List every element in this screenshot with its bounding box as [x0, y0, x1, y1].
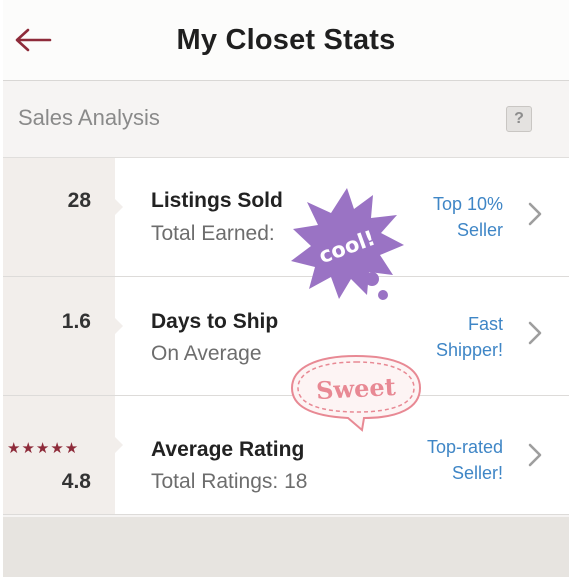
stat-value-cell: [3, 277, 115, 395]
stat-value: 4.8: [61, 470, 91, 493]
stat-row-listings-sold[interactable]: 28 Listings Sold Total Earned: Top 10% S…: [3, 158, 569, 277]
stat-label: Average Rating: [151, 438, 305, 461]
stat-sublabel: On Average: [151, 342, 262, 365]
badge-line: Top-rated: [426, 437, 503, 457]
help-button[interactable]: ?: [506, 106, 532, 132]
stat-sublabel: Total Earned:: [151, 222, 275, 245]
stat-sublabel: Total Ratings: 18: [151, 470, 308, 493]
stat-value-cell: [3, 158, 115, 276]
footer-band: [3, 517, 569, 577]
cell-pointer: [115, 437, 123, 453]
stat-label: Listings Sold: [151, 189, 283, 212]
stat-label: Days to Ship: [151, 310, 279, 333]
sweet-sticker: Sweet: [290, 354, 422, 432]
chevron-right-icon: [528, 321, 542, 345]
chevron-right-icon: [528, 202, 542, 226]
achievement-badge[interactable]: Top-rated Seller!: [383, 434, 503, 486]
star-rating: ★★★★★: [7, 440, 80, 457]
app-screen: My Closet Stats Sales Analysis ? 28 List…: [3, 0, 569, 577]
section-header: Sales Analysis: [3, 81, 569, 158]
cell-pointer: [115, 199, 123, 215]
cool-sticker: cool!: [291, 188, 404, 300]
chevron-right-icon: [528, 443, 542, 467]
stat-value: 1.6: [61, 310, 91, 333]
badge-line: Seller!: [451, 463, 503, 483]
top-bar: My Closet Stats: [3, 0, 569, 81]
stat-value: 28: [67, 189, 91, 212]
sweet-sticker-text: Sweet: [315, 372, 396, 405]
cell-pointer: [115, 318, 123, 334]
badge-line: Fast: [467, 314, 503, 334]
page-title: My Closet Stats: [176, 24, 396, 56]
section-title: Sales Analysis: [18, 105, 160, 130]
